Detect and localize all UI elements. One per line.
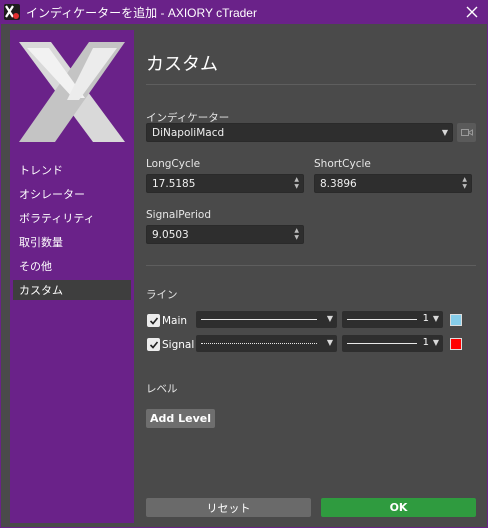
chevron-down-icon: ▼ [441,128,448,137]
indicator-select[interactable]: DiNapoliMacd ▼ [146,123,453,142]
signal-period-value: 9.0503 [152,228,189,241]
main-line-checkbox[interactable] [147,314,160,327]
signal-line-color-swatch[interactable] [450,338,462,350]
sidebar-item-label: トレンド [19,164,63,177]
signal-line-label: Signal [162,339,195,351]
chevron-down-icon: ▼ [432,338,439,347]
short-cycle-input[interactable]: 8.3896 ▲ ▼ [314,174,472,193]
chevron-down-icon: ▼ [326,338,333,347]
camera-icon [460,129,473,136]
sidebar-item-custom[interactable]: カスタム [13,280,131,300]
long-cycle-value: 17.5185 [152,177,196,190]
dotted-line-preview [201,343,317,344]
main-line-color-swatch[interactable] [450,314,462,326]
solid-line-preview [347,343,417,344]
spinner-icon[interactable]: ▲ ▼ [462,176,467,190]
add-level-button[interactable]: Add Level [146,409,215,428]
signal-line-width-value: 1 [422,337,429,348]
main-line-width-value: 1 [422,313,429,324]
main-line-label: Main [162,315,188,327]
settings-panel: カスタム インディケーター DiNapoliMacd ▼ LongCycle 1… [146,24,476,528]
close-button[interactable] [462,2,482,22]
sidebar-item-volume[interactable]: 取引数量 [13,232,131,252]
sidebar-item-label: 取引数量 [19,236,63,249]
levels-section-label: レベル [146,383,178,395]
spinner-icon[interactable]: ▲ ▼ [294,227,299,241]
long-cycle-label: LongCycle [146,158,201,170]
signal-line-style-select[interactable]: ▼ [196,335,337,352]
x-logo [15,40,129,144]
spinner-icon[interactable]: ▲ ▼ [294,176,299,190]
divider [146,265,476,266]
chevron-down-icon: ▼ [326,314,333,323]
sidebar-item-trend[interactable]: トレンド [13,160,131,180]
signal-period-label: SignalPeriod [146,209,211,221]
main-line-width-select[interactable]: 1 ▼ [342,311,443,328]
title-bar: インディケーターを追加 - AXIORY cTrader [0,0,488,24]
category-sidebar: トレンド オシレーター ボラティリティ 取引数量 その他 カスタム [10,30,134,523]
sidebar-item-label: ボラティリティ [19,212,95,225]
solid-line-preview [201,319,317,320]
window-title: インディケーターを追加 - AXIORY cTrader [26,5,257,20]
short-cycle-label: ShortCycle [314,158,371,170]
main-line-style-select[interactable]: ▼ [196,311,337,328]
ok-button[interactable]: OK [321,498,476,517]
solid-line-preview [347,319,417,320]
sidebar-item-label: オシレーター [19,188,85,201]
camera-button[interactable] [457,123,476,142]
page-title: カスタム [146,54,218,75]
long-cycle-input[interactable]: 17.5185 ▲ ▼ [146,174,304,193]
signal-period-input[interactable]: 9.0503 ▲ ▼ [146,225,304,244]
category-nav: トレンド オシレーター ボラティリティ 取引数量 その他 カスタム [13,160,131,304]
checkmark-icon [149,316,158,325]
indicator-value: DiNapoliMacd [152,126,225,139]
signal-line-checkbox[interactable] [147,338,160,351]
divider [146,84,476,85]
dialog-body: トレンド オシレーター ボラティリティ 取引数量 その他 カスタム カスタム イ… [0,24,488,528]
sidebar-item-label: その他 [19,260,52,273]
checkmark-icon [149,340,158,349]
sidebar-item-oscillator[interactable]: オシレーター [13,184,131,204]
signal-line-width-select[interactable]: 1 ▼ [342,335,443,352]
reset-button[interactable]: リセット [146,498,311,517]
short-cycle-value: 8.3896 [320,177,357,190]
sidebar-item-other[interactable]: その他 [13,256,131,276]
chevron-down-icon: ▼ [432,314,439,323]
sidebar-item-volatility[interactable]: ボラティリティ [13,208,131,228]
sidebar-item-label: カスタム [19,284,63,297]
close-icon [466,6,478,18]
lines-section-label: ライン [146,289,178,301]
ctrader-app-icon [4,4,20,20]
